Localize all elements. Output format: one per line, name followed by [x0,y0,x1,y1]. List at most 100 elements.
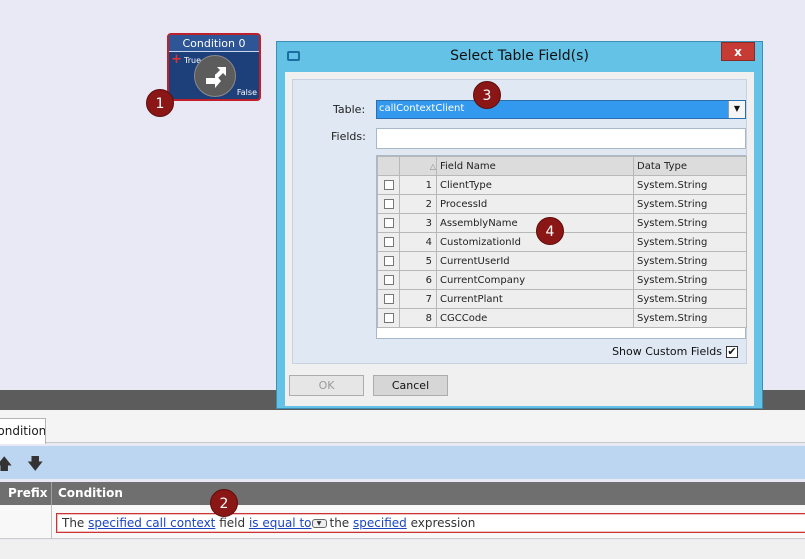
tab-condition-label: Condition 0 [0,424,46,438]
grid-header-number[interactable]: △ [399,156,437,176]
field-row-checkbox-cell [377,270,400,290]
field-name-cell[interactable]: CGCCode [436,308,634,328]
field-row-number: 6 [399,270,437,290]
table-select-value: callContextClient [379,103,465,114]
data-type-cell: System.String [633,232,747,252]
data-type-cell: System.String [633,251,747,271]
ok-button[interactable]: OK [289,375,364,396]
field-checkbox[interactable] [384,293,394,304]
field-row-number: 5 [399,251,437,271]
move-down-icon[interactable]: 🡇 [27,453,43,480]
field-row-number: 7 [399,289,437,309]
grid-header-data-type[interactable]: Data Type [633,156,747,176]
field-row-number: 8 [399,308,437,328]
field-row-number: 1 [399,175,437,195]
operator-dropdown-icon[interactable]: ▼ [311,519,327,528]
field-name-cell[interactable]: CurrentUserId [436,251,634,271]
select-table-fields-dialog: Select Table Field(s) x Table: callConte… [276,41,763,409]
field-row-checkbox-cell [377,289,400,309]
move-up-icon[interactable]: 🡅 [0,453,12,480]
grid-header-select [377,156,400,176]
dialog-titlebar[interactable]: Select Table Field(s) x [277,42,762,72]
field-row-checkbox-cell [377,175,400,195]
field-row-checkbox-cell [377,308,400,328]
field-row[interactable]: 7 CurrentPlant System.String [377,289,747,309]
data-type-cell: System.String [633,175,747,195]
callout-marker-3: 3 [473,81,501,109]
data-type-cell: System.String [633,194,747,214]
field-row-number: 4 [399,232,437,252]
field-name-cell[interactable]: ClientType [436,175,634,195]
show-custom-fields-checkbox[interactable]: ✔ [726,346,738,358]
field-row[interactable]: 6 CurrentCompany System.String [377,270,747,290]
field-row[interactable]: 2 ProcessId System.String [377,194,747,214]
fields-label: Fields: [331,130,366,143]
condition-text-field: field [219,516,246,530]
column-header-prefix[interactable]: Prefix [8,486,48,500]
field-grid: △ Field Name Data Type 1 ClientType System… [376,155,747,339]
condition-grid-header: Prefix Condition [0,482,805,505]
field-name-cell[interactable]: ProcessId [436,194,634,214]
add-icon[interactable]: + [171,53,182,66]
field-checkbox[interactable] [384,217,394,228]
condition-icon [194,55,236,97]
dialog-title: Select Table Field(s) [450,48,589,64]
selection-panel: Table: callContextClient ▼ Fields: △ Fie… [292,79,747,364]
close-button[interactable]: x [721,42,755,61]
callout-marker-1: 1 [146,89,174,117]
condition-toolbar: 🡅 🡇 [0,446,805,479]
callout-marker-4: 4 [536,217,564,245]
dialog-body: Table: callContextClient ▼ Fields: △ Fie… [285,72,754,406]
tab-condition[interactable]: Condition 0 [0,418,46,444]
field-checkbox[interactable] [384,255,394,266]
field-row-number: 2 [399,194,437,214]
column-separator [51,482,52,505]
field-checkbox[interactable] [384,179,394,190]
cell-separator [51,505,52,539]
operator-link[interactable]: is equal to [249,516,312,530]
field-name-cell[interactable]: CustomizationId [436,232,634,252]
field-row-number: 3 [399,213,437,233]
condition-node-title: Condition 0 [169,35,259,52]
grid-header-field-name[interactable]: Field Name [436,156,634,176]
field-row[interactable]: 5 CurrentUserId System.String [377,251,747,271]
cancel-button[interactable]: Cancel [373,375,448,396]
condition-text-expression: expression [410,516,476,530]
table-select[interactable]: callContextClient ▼ [376,100,746,119]
table-label: Table: [333,103,366,116]
callout-marker-2: 2 [210,489,238,517]
specified-expression-link[interactable]: specified [353,516,407,530]
condition-row[interactable]: The specified call context field is equa… [0,505,805,539]
field-row-checkbox-cell [377,213,400,233]
data-type-cell: System.String [633,270,747,290]
false-branch-label: False [236,88,257,97]
condition-node[interactable]: Condition 0 + True False [167,33,261,101]
fields-input[interactable] [376,128,746,149]
field-checkbox[interactable] [384,312,394,323]
field-row-checkbox-cell [377,194,400,214]
field-row[interactable]: 8 CGCCode System.String [377,308,747,328]
show-custom-fields-label: Show Custom Fields [612,345,722,358]
field-checkbox[interactable] [384,274,394,285]
field-checkbox[interactable] [384,236,394,247]
tab-strip: Condition 0 [0,410,805,444]
chevron-down-icon[interactable]: ▼ [728,101,745,118]
field-row-checkbox-cell [377,251,400,271]
show-custom-fields[interactable]: Show Custom Fields ✔ [612,345,738,358]
field-name-cell[interactable]: CurrentPlant [436,289,634,309]
data-type-cell: System.String [633,308,747,328]
field-row[interactable]: 1 ClientType System.String [377,175,747,195]
field-row-checkbox-cell [377,232,400,252]
status-area [0,540,805,559]
data-type-cell: System.String [633,213,747,233]
field-name-cell[interactable]: CurrentCompany [436,270,634,290]
field-name-cell[interactable]: AssemblyName [436,213,634,233]
condition-sentence: The specified call context field is equa… [62,516,475,530]
condition-text-the-2: the [329,516,350,530]
data-type-cell: System.String [633,289,747,309]
column-header-condition[interactable]: Condition [58,486,123,500]
specified-call-context-link[interactable]: specified call context [88,516,215,530]
sort-icon: △ [429,161,436,171]
condition-text-the: The [62,516,85,530]
field-checkbox[interactable] [384,198,394,209]
